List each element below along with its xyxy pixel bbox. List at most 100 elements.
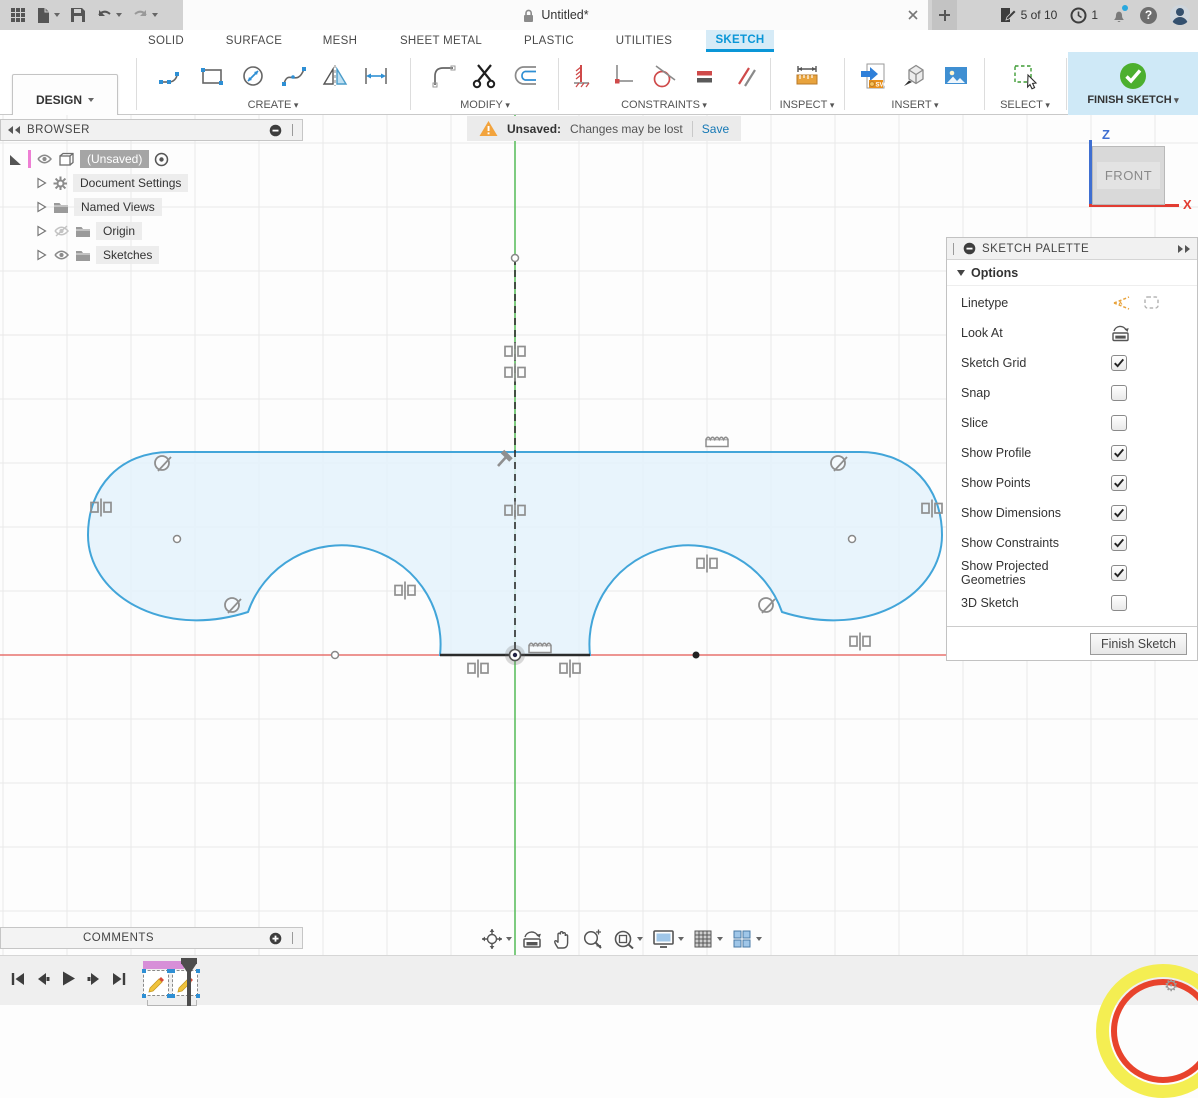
browser-row-document-settings[interactable]: Document Settings [0,171,303,195]
symmetry-constraint-icon[interactable] [560,660,580,678]
skip-to-end-button[interactable] [111,971,127,987]
skip-to-start-button[interactable] [10,971,26,987]
sketch-point[interactable] [332,652,339,659]
document-tab[interactable]: Untitled* [183,0,928,30]
equal-constraint-icon[interactable] [529,643,551,652]
step-forward-button[interactable] [86,971,102,987]
step-back-button[interactable] [35,971,51,987]
parallel-constraint-button[interactable] [728,57,764,95]
insert-svg-button[interactable]: SVG [856,57,892,95]
symmetry-constraint-icon[interactable] [850,633,870,651]
viewports-button[interactable] [729,927,765,951]
zoom-window-caret[interactable] [637,937,643,941]
close-tab-button[interactable] [906,8,920,22]
symmetry-constraint-icon[interactable] [468,660,488,678]
app-grid-button[interactable] [10,7,26,23]
redo-button[interactable] [132,8,158,23]
insert-canvas-button[interactable] [938,57,974,95]
grid-settings-caret[interactable] [717,937,723,941]
checkbox-show-dimensions[interactable] [1111,505,1127,521]
panel-grip[interactable] [292,932,296,944]
tangent-constraint-icon[interactable] [759,598,775,613]
activate-component-icon[interactable] [154,152,169,167]
checkbox-show-profile[interactable] [1111,445,1127,461]
panel-minimize-icon[interactable] [963,242,976,255]
expand-caret-icon[interactable] [34,224,48,238]
finish-sketch-button[interactable]: FINISH SKETCH [1068,52,1198,115]
palette-options-section[interactable]: Options [947,260,1197,286]
pan-button[interactable] [549,927,575,952]
expand-caret-icon[interactable] [34,176,48,190]
spline-tool-button[interactable] [276,57,312,95]
comments-header[interactable]: COMMENTS [0,927,303,949]
rectangle-tool-button[interactable] [194,57,230,95]
trim-tool-button[interactable] [467,57,503,95]
zoom-window-button[interactable] [609,927,646,951]
mirror-tool-button[interactable] [317,57,353,95]
select-tool-button[interactable] [1007,57,1043,95]
ribbon-tab-mesh[interactable]: MESH [305,30,375,52]
checkbox-slice[interactable] [1111,415,1127,431]
group-label-insert[interactable]: INSERT [846,99,984,111]
save-link[interactable]: Save [702,122,729,136]
finish-sketch-palette-button[interactable]: Finish Sketch [1090,633,1187,655]
offset-tool-button[interactable] [508,57,544,95]
checkbox-sketch-grid[interactable] [1111,355,1127,371]
checkbox-show-constraints[interactable] [1111,535,1127,551]
sketch-point[interactable] [512,255,519,262]
measure-tool-button[interactable] [789,57,825,95]
expand-caret-icon[interactable] [34,200,48,214]
panel-expand-icon[interactable] [269,932,282,945]
browser-row-origin[interactable]: Origin [0,219,303,243]
open-documents-button[interactable]: 5 of 10 [999,7,1058,24]
group-label-select[interactable]: SELECT [986,99,1064,111]
display-settings-button[interactable] [649,927,687,951]
ribbon-tab-surface[interactable]: SURFACE [212,30,296,52]
save-button[interactable] [70,7,86,23]
grid-settings-button[interactable] [690,927,726,951]
file-menu-button[interactable] [36,7,60,24]
expand-chevrons-icon[interactable] [1177,244,1191,254]
group-label-inspect[interactable]: INSPECT [772,99,842,111]
fix-constraint-button[interactable] [564,57,600,95]
sketch-point[interactable] [174,536,181,543]
panel-grip[interactable] [292,124,296,136]
sketch-palette-header[interactable]: SKETCH PALETTE [947,238,1197,260]
zoom-button[interactable] [578,927,606,952]
avatar[interactable] [1170,5,1190,25]
viewcube[interactable]: FRONT Z X [1080,125,1198,225]
symmetry-constraint-icon[interactable] [505,343,525,361]
group-label-create[interactable]: CREATE [137,99,409,111]
checkbox-3d-sketch[interactable] [1111,595,1127,611]
origin-point[interactable] [505,645,525,665]
coincident-constraint-button[interactable] [605,57,641,95]
browser-header[interactable]: BROWSER [0,119,303,141]
panel-grip[interactable] [953,243,957,255]
browser-row-sketches[interactable]: Sketches [0,243,303,267]
insert-derive-button[interactable] [897,57,933,95]
line-tool-button[interactable] [153,57,189,95]
panel-minimize-icon[interactable] [269,124,282,137]
look-at-button[interactable] [518,927,546,951]
timeline-sketch-feature-1[interactable] [143,970,169,996]
sketch-point[interactable] [693,652,700,659]
symmetry-constraint-icon[interactable] [697,555,717,573]
ribbon-tab-sketch[interactable]: SKETCH [706,30,774,52]
group-label-constraints[interactable]: CONSTRAINTS [560,99,768,111]
ribbon-tab-plastic[interactable]: PLASTIC [512,30,586,52]
ribbon-tab-solid[interactable]: SOLID [135,30,197,52]
look-at-icon[interactable] [1111,325,1131,342]
play-button[interactable] [60,970,77,987]
new-tab-button[interactable] [932,0,957,30]
timeline-position-marker[interactable] [181,963,197,975]
canvas-viewport[interactable]: BROWSER (Unsaved)Document SettingsNamed … [0,115,1198,955]
checkbox-snap[interactable] [1111,385,1127,401]
equal-constraint-button[interactable] [687,57,723,95]
circle-tool-button[interactable] [235,57,271,95]
visibility-eye-icon[interactable] [53,248,70,262]
reference-linetype-icon[interactable] [1142,294,1162,312]
help-button[interactable]: ? [1140,7,1157,24]
display-settings-caret[interactable] [678,937,684,941]
ribbon-tab-sheet-metal[interactable]: SHEET METAL [385,30,497,52]
construction-linetype-icon[interactable] [1111,294,1133,312]
